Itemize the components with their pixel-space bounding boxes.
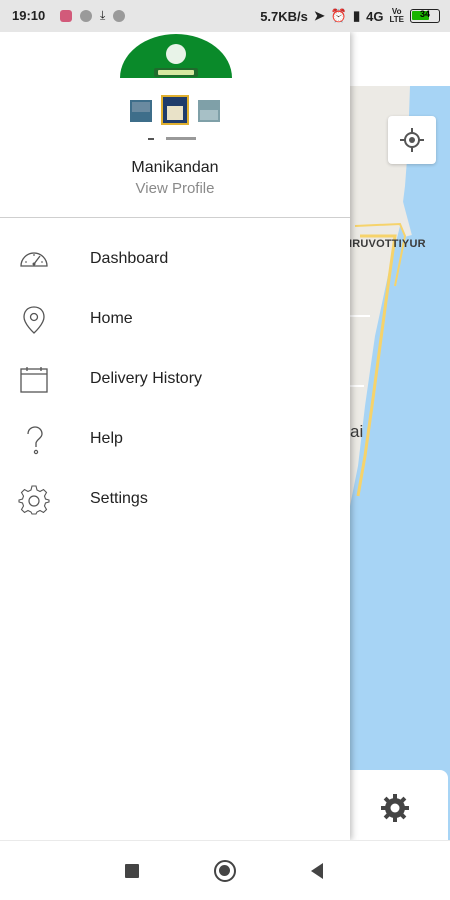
map-city-label: ai	[350, 422, 364, 441]
app-notification-icon	[60, 9, 72, 22]
gear-icon	[381, 794, 409, 822]
map-panel: IRUVOTTIYUR ai	[350, 32, 450, 840]
status-bar: 19:10 ⤓ 5.7KB/s ➤ ⏰ ▮ 4G Vo LTE 34	[0, 0, 450, 32]
menu-label: Settings	[90, 490, 148, 507]
signal-icon: ▮	[352, 8, 361, 23]
square-icon	[125, 864, 139, 878]
circle-icon	[214, 860, 236, 882]
navigation-drawer: Manikandan View Profile Dashboard Home D…	[0, 32, 350, 840]
menu-item-delivery-history[interactable]: Delivery History	[0, 350, 350, 410]
drawer-menu: Dashboard Home Delivery History Help Set…	[0, 230, 350, 530]
location-arrow-icon: ➤	[313, 8, 325, 23]
system-nav-bar	[0, 840, 450, 900]
recents-button[interactable]	[120, 859, 144, 883]
volte-badge: Vo LTE	[389, 8, 404, 24]
menu-item-home[interactable]: Home	[0, 290, 350, 350]
battery-icon: 34	[410, 9, 440, 23]
menu-label: Delivery History	[90, 370, 203, 387]
menu-label: Help	[90, 430, 123, 447]
calendar-icon	[20, 367, 48, 393]
menu-label: Home	[90, 310, 133, 327]
notification-dot-icon	[80, 9, 92, 22]
notification-dot-icon	[113, 9, 126, 22]
network-speed: 5.7KB/s	[260, 8, 308, 24]
volte-bottom: LTE	[389, 15, 404, 24]
menu-item-dashboard[interactable]: Dashboard	[0, 230, 350, 290]
map-area-label: IRUVOTTIYUR	[350, 238, 426, 250]
status-right: 5.7KB/s ➤ ⏰ ▮ 4G Vo LTE 34	[260, 8, 440, 24]
battery-level: 34	[419, 9, 430, 19]
screen: 19:10 ⤓ 5.7KB/s ➤ ⏰ ▮ 4G Vo LTE 34 IRUVO…	[0, 0, 450, 900]
back-triangle-icon	[311, 863, 323, 879]
alarm-icon: ⏰	[330, 8, 347, 23]
status-time: 19:10	[12, 8, 46, 23]
map-view[interactable]: IRUVOTTIYUR ai	[350, 86, 450, 840]
user-name: Manikandan	[131, 159, 219, 176]
download-icon: ⤓	[100, 8, 106, 22]
menu-label: Dashboard	[90, 250, 169, 267]
drawer-header[interactable]: Manikandan View Profile	[0, 32, 350, 218]
network-type: 4G	[366, 8, 384, 24]
view-profile-link[interactable]: View Profile	[0, 180, 350, 197]
map-land	[350, 86, 412, 506]
map-settings-button[interactable]	[375, 788, 415, 828]
back-button[interactable]	[305, 859, 329, 883]
notification-icons: ⤓	[60, 8, 126, 23]
gear-icon	[18, 485, 50, 515]
question-icon	[27, 426, 43, 455]
menu-item-settings[interactable]: Settings	[0, 470, 350, 530]
crosshair-icon	[400, 128, 424, 152]
menu-item-help[interactable]: Help	[0, 410, 350, 470]
app-logo	[120, 34, 232, 140]
home-button[interactable]	[213, 859, 237, 883]
my-location-button[interactable]	[388, 116, 436, 164]
location-pin-icon	[23, 306, 45, 334]
speedometer-icon	[20, 252, 48, 267]
